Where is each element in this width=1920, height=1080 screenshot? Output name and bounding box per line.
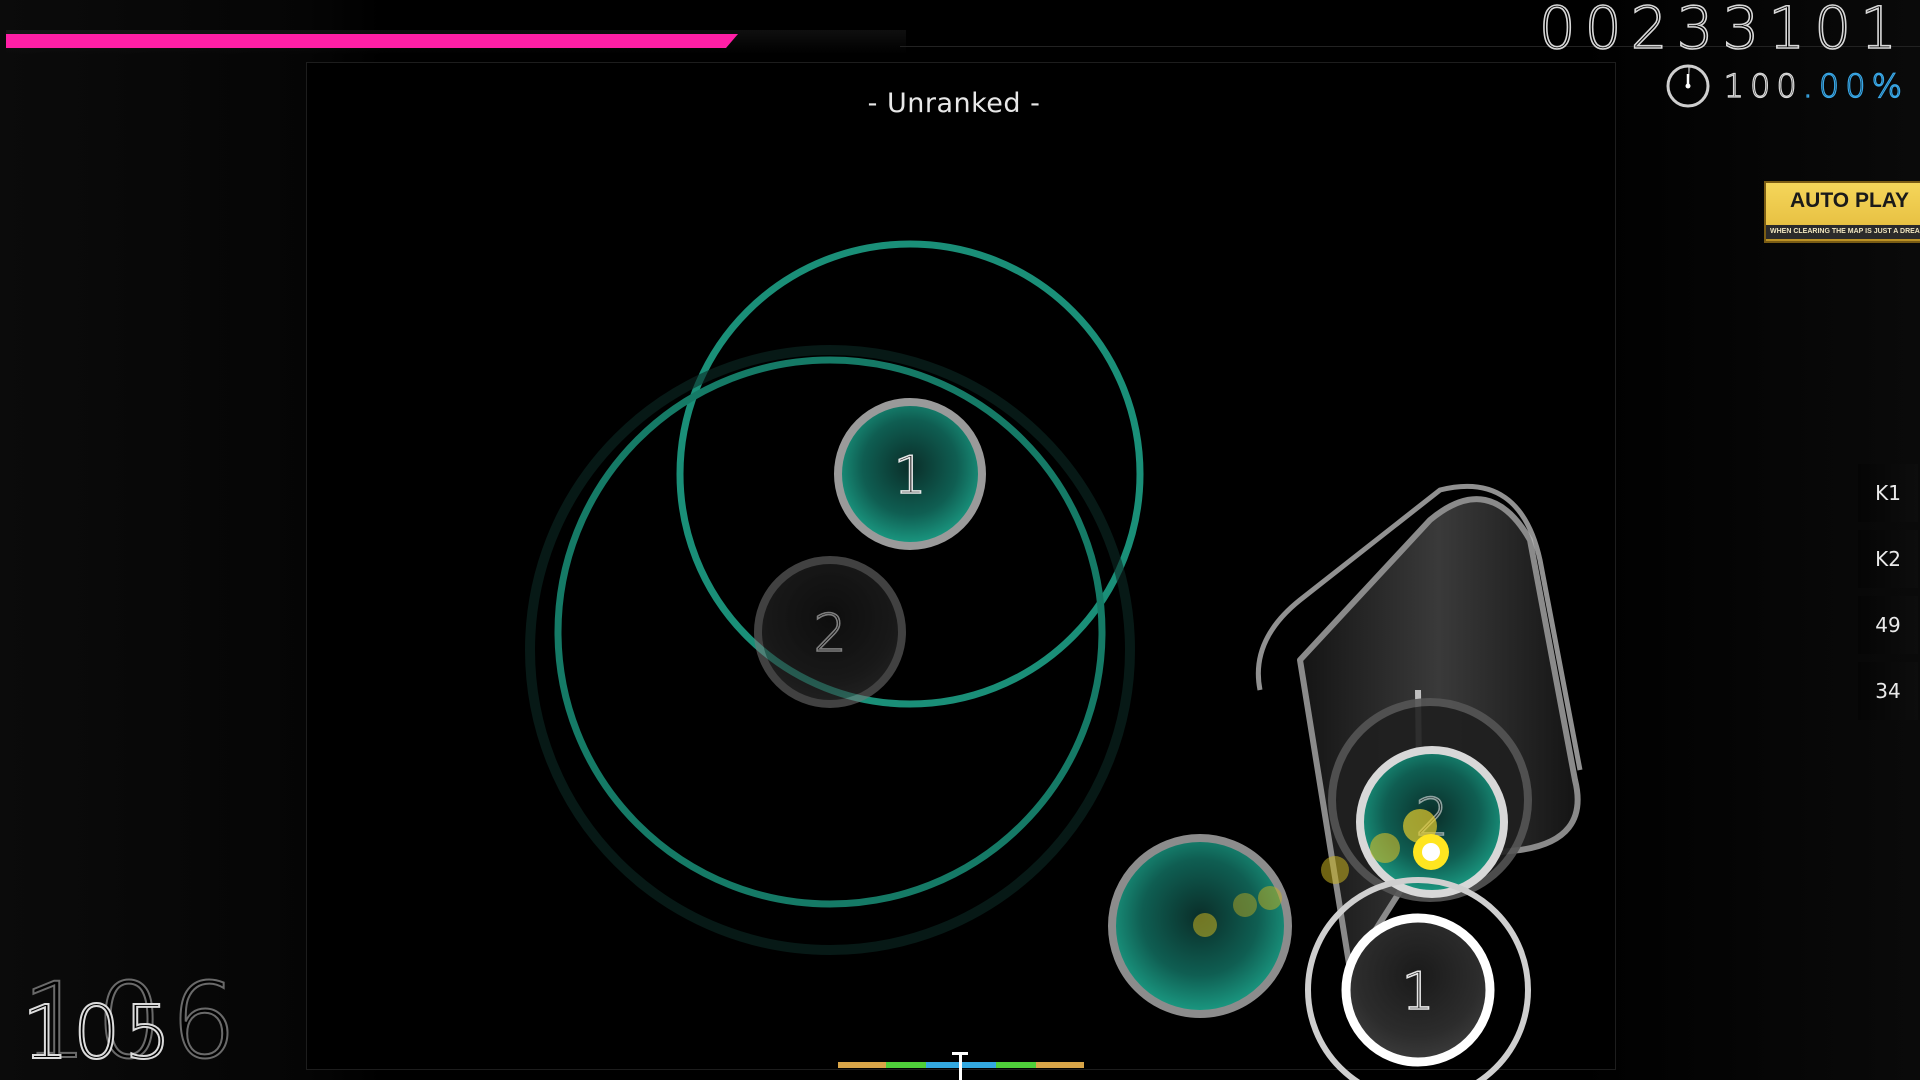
- key-overlay: K1 K2 49 34: [1858, 464, 1920, 728]
- hit-circle-number: 1: [893, 446, 926, 506]
- cursor: [1413, 834, 1449, 870]
- autoplay-title: AUTO PLAY: [1790, 189, 1910, 212]
- combo-counter: 105: [21, 989, 176, 1077]
- key-overlay-m2-count: 34: [1858, 662, 1918, 720]
- slider[interactable]: [1255, 483, 1583, 973]
- hit-circle-number: 1: [1401, 962, 1434, 1022]
- key-overlay-m1-count: 49: [1858, 596, 1918, 654]
- accuracy-display: 100.00%: [1666, 64, 1908, 108]
- health-bar: [6, 30, 906, 54]
- hit-circle-2[interactable]: 2: [754, 556, 906, 708]
- gameplay-screen: 1 2 2: [0, 0, 1920, 1080]
- accuracy-decimal: 00: [1818, 66, 1872, 105]
- hit-error-marker: [959, 1052, 962, 1080]
- hit-objects-layer: 1 2 2: [525, 240, 1583, 1080]
- autoplay-mod-badge: AUTO PLAY WHEN CLEARING THE MAP IS JUST …: [1764, 181, 1920, 243]
- accuracy-dot: .: [1802, 66, 1819, 105]
- hit-error-segment: [838, 1062, 886, 1068]
- hit-error-segment: [886, 1062, 926, 1068]
- autoplay-subtitle: WHEN CLEARING THE MAP IS JUST A DREAM: [1766, 225, 1920, 239]
- accuracy-value: 100.00%: [1723, 66, 1908, 105]
- accuracy-percent: %: [1871, 66, 1908, 105]
- key-overlay-k2: K2: [1858, 530, 1918, 588]
- accuracy-integer: 100: [1723, 66, 1803, 105]
- hit-circle-1-bottom[interactable]: 1: [1341, 913, 1495, 1067]
- health-bar-fill: [6, 34, 738, 48]
- hit-error-segment: [996, 1062, 1036, 1068]
- score-counter: 00233101: [1538, 0, 1906, 63]
- hit-circle-number: 2: [813, 604, 846, 664]
- hit-error-marker-cap: [952, 1052, 968, 1055]
- key-overlay-k1: K1: [1858, 464, 1918, 522]
- song-progress-clock-icon: [1666, 64, 1710, 108]
- hit-circle-1[interactable]: 1: [834, 398, 986, 550]
- ranking-status-label: - Unranked -: [867, 88, 1041, 119]
- hit-error-segment: [1036, 1062, 1084, 1068]
